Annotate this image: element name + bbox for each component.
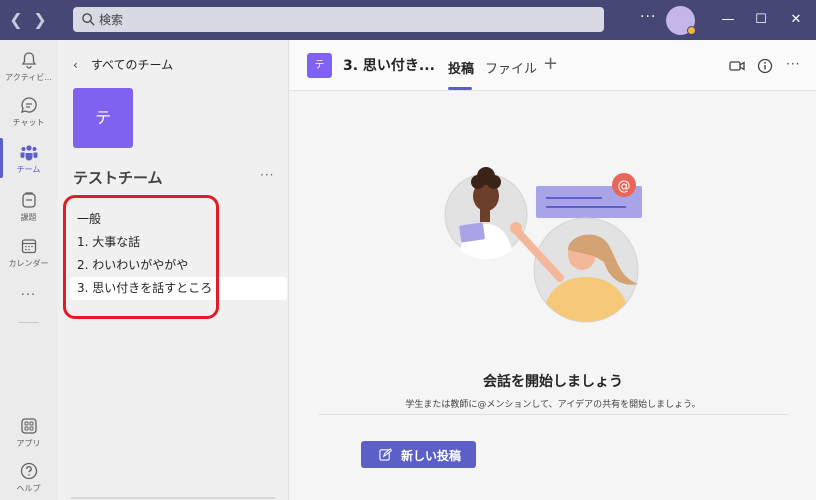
tab-posts[interactable]: 投稿 xyxy=(448,58,474,77)
rail-item-chat[interactable]: チャット xyxy=(0,95,57,128)
active-tab-indicator xyxy=(448,87,472,90)
close-button[interactable]: ✕ xyxy=(786,10,806,30)
title-bar: ❮ ❯ 検索 ··· — ☐ ✕ xyxy=(0,0,816,40)
empty-state-title: 会話を開始しましょう xyxy=(483,374,623,390)
search-placeholder: 検索 xyxy=(99,13,124,27)
rail-separator xyxy=(19,322,39,323)
rail-item-teams[interactable]: チーム xyxy=(0,142,57,175)
add-tab-button[interactable]: + xyxy=(543,53,558,74)
assignments-icon xyxy=(21,192,36,208)
channel-main-area: テ 3. 思い付き... 投稿 ファイル + ··· @ 会話を開始しましょう … xyxy=(290,40,816,500)
panel-bottom-scroll-edge xyxy=(71,497,275,499)
minimize-button[interactable]: — xyxy=(718,10,738,30)
search-icon xyxy=(82,13,95,26)
video-camera-icon[interactable] xyxy=(728,57,746,75)
app-rail: アクティビ... チャット チーム 課題 カレンダー ··· アプリ ヘルプ xyxy=(0,40,57,500)
chat-icon xyxy=(20,97,37,113)
rail-item-activity[interactable]: アクティビ... xyxy=(0,50,57,83)
chevron-left-icon: ‹ xyxy=(73,58,78,72)
team-name: テストチーム xyxy=(73,169,163,187)
rail-item-calendar[interactable]: カレンダー xyxy=(0,236,57,269)
search-input[interactable]: 検索 xyxy=(73,7,604,32)
rail-item-help[interactable]: ヘルプ xyxy=(0,461,57,494)
new-post-label: 新しい投稿 xyxy=(401,449,462,463)
more-icon: ··· xyxy=(20,288,37,303)
avatar[interactable] xyxy=(666,6,696,35)
channel-avatar-tile: テ xyxy=(307,53,332,78)
channel-title: 3. 思い付き... xyxy=(343,58,435,74)
composer-divider xyxy=(318,414,788,415)
settings-more-button[interactable]: ··· xyxy=(640,9,656,25)
team-avatar-tile: テ xyxy=(73,88,133,148)
svg-text:@: @ xyxy=(618,179,631,194)
presence-status-icon xyxy=(687,26,696,35)
all-teams-back-link[interactable]: ‹ すべてのチーム xyxy=(73,56,173,74)
help-icon xyxy=(20,462,37,480)
channel-more-options-button[interactable]: ··· xyxy=(786,57,800,71)
info-icon[interactable] xyxy=(756,57,774,75)
rail-item-apps[interactable]: アプリ xyxy=(0,416,57,449)
tab-files[interactable]: ファイル xyxy=(485,58,537,77)
maximize-button[interactable]: ☐ xyxy=(751,10,771,30)
channel-header: テ 3. 思い付き... 投稿 ファイル + ··· xyxy=(290,40,816,91)
teams-icon xyxy=(20,145,37,161)
apps-icon xyxy=(20,418,37,434)
new-post-button[interactable]: 新しい投稿 xyxy=(361,441,476,468)
rail-item-assignments[interactable]: 課題 xyxy=(0,190,57,223)
forward-arrow-icon[interactable]: ❯ xyxy=(32,10,48,30)
compose-icon xyxy=(379,448,392,461)
calendar-icon xyxy=(21,239,36,254)
bell-icon xyxy=(21,52,36,69)
highlight-annotation-outline xyxy=(63,195,219,319)
all-teams-label: すべてのチーム xyxy=(90,58,174,72)
empty-state-subtitle: 学生または教師に@メンションして、アイデアの共有を開始しましょう。 xyxy=(405,400,701,410)
back-arrow-icon[interactable]: ❮ xyxy=(8,10,24,30)
conversation-illustration: @ xyxy=(444,167,642,323)
team-more-options-button[interactable]: ··· xyxy=(260,168,274,182)
rail-item-more[interactable]: ··· xyxy=(0,286,57,303)
